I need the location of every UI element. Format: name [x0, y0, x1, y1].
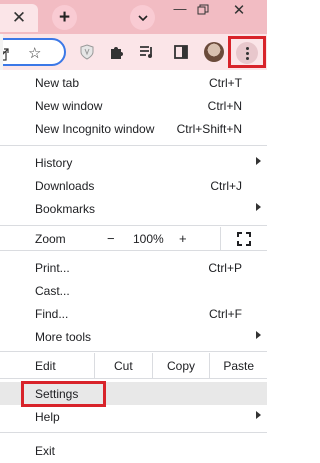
menu-item-label: Find...: [35, 306, 69, 321]
menu-item-downloads[interactable]: Downloads Ctrl+J: [0, 174, 267, 197]
menu-item-shortcut: Ctrl+J: [210, 178, 242, 193]
settings-highlight-box: [21, 381, 106, 407]
menu-item-label: Help: [35, 409, 60, 424]
extensions-puzzle-icon[interactable]: [108, 43, 126, 61]
menu-item-help[interactable]: Help: [0, 405, 267, 428]
menu-item-shortcut: Ctrl+T: [209, 75, 242, 90]
menu-item-label: History: [35, 155, 73, 170]
menu-item-label: Edit: [35, 358, 56, 373]
menu-separator: [0, 145, 267, 146]
more-menu-button[interactable]: [236, 42, 258, 64]
submenu-arrow-icon: [256, 411, 261, 419]
restore-button[interactable]: [197, 4, 213, 18]
menu-item-label: New window: [35, 98, 103, 113]
menu-item-edit: Edit Cut Copy Paste: [0, 353, 267, 378]
dot-icon: [245, 46, 249, 50]
menu-item-label: Exit: [35, 443, 56, 458]
tab-search-button[interactable]: [130, 5, 155, 30]
minimize-button[interactable]: —: [170, 2, 190, 18]
dot-icon: [245, 51, 249, 55]
edit-actions: Cut Copy Paste: [94, 353, 267, 378]
menu-item-exit[interactable]: Exit: [0, 439, 267, 462]
dot-icon: [245, 56, 249, 60]
menu-item-new-tab[interactable]: New tab Ctrl+T: [0, 71, 267, 94]
menu-item-label: More tools: [35, 329, 92, 344]
menu-item-find[interactable]: Find... Ctrl+F: [0, 302, 267, 325]
menu-item-more-tools[interactable]: More tools: [0, 325, 267, 348]
browser-toolbar: ☆: [0, 34, 267, 70]
media-controls-icon[interactable]: [138, 43, 156, 61]
menu-item-shortcut: Ctrl+Shift+N: [176, 121, 242, 136]
menu-item-label: Bookmarks: [35, 201, 96, 216]
title-bar: ✕ + — ✕: [0, 0, 267, 34]
menu-item-label: Zoom: [35, 231, 66, 246]
menu-item-new-incognito-window[interactable]: New Incognito window Ctrl+Shift+N: [0, 117, 267, 140]
tab-close-icon[interactable]: ✕: [0, 4, 38, 32]
menu-item-bookmarks[interactable]: Bookmarks: [0, 197, 267, 220]
new-tab-button[interactable]: +: [52, 5, 77, 30]
cut-button[interactable]: Cut: [94, 353, 152, 378]
zoom-in-button[interactable]: +: [179, 231, 187, 246]
menu-item-history[interactable]: History: [0, 151, 267, 174]
address-bar[interactable]: ☆: [0, 38, 66, 66]
menu-item-print[interactable]: Print... Ctrl+P: [0, 256, 267, 279]
zoom-level: 100%: [133, 231, 164, 246]
menu-item-label: New tab: [35, 75, 80, 90]
profile-avatar[interactable]: [204, 42, 224, 62]
submenu-arrow-icon: [256, 331, 261, 339]
menu-item-label: New Incognito window: [35, 121, 155, 136]
fullscreen-button[interactable]: [220, 227, 267, 250]
menu-separator: [0, 378, 267, 379]
copy-button[interactable]: Copy: [151, 353, 210, 378]
menu-item-new-window[interactable]: New window Ctrl+N: [0, 94, 267, 117]
zoom-out-button[interactable]: −: [107, 231, 115, 246]
fullscreen-icon: [237, 231, 251, 246]
shield-extension-icon[interactable]: [78, 43, 96, 61]
menu-separator: [0, 351, 267, 352]
menu-item-label: Cast...: [35, 283, 70, 298]
menu-item-label: Print...: [35, 260, 70, 275]
menu-item-zoom: Zoom − 100% +: [0, 227, 267, 250]
submenu-arrow-icon: [256, 203, 261, 211]
submenu-arrow-icon: [256, 157, 261, 165]
bookmark-star-icon[interactable]: ☆: [28, 44, 41, 62]
menu-item-cast[interactable]: Cast...: [0, 279, 267, 302]
menu-separator: [0, 432, 267, 433]
window-close-button[interactable]: ✕: [228, 1, 250, 19]
menu-item-label: Downloads: [35, 178, 95, 193]
side-panel-icon[interactable]: [172, 43, 190, 61]
menu-item-shortcut: Ctrl+P: [208, 260, 242, 275]
menu-button-highlight: [228, 36, 266, 68]
menu-item-shortcut: Ctrl+F: [209, 306, 242, 321]
menu-item-shortcut: Ctrl+N: [207, 98, 242, 113]
restore-icon: [197, 4, 209, 15]
menu-separator: [0, 250, 267, 251]
menu-separator: [0, 225, 267, 226]
paste-button[interactable]: Paste: [209, 353, 267, 378]
chevron-down-icon: [137, 14, 148, 21]
